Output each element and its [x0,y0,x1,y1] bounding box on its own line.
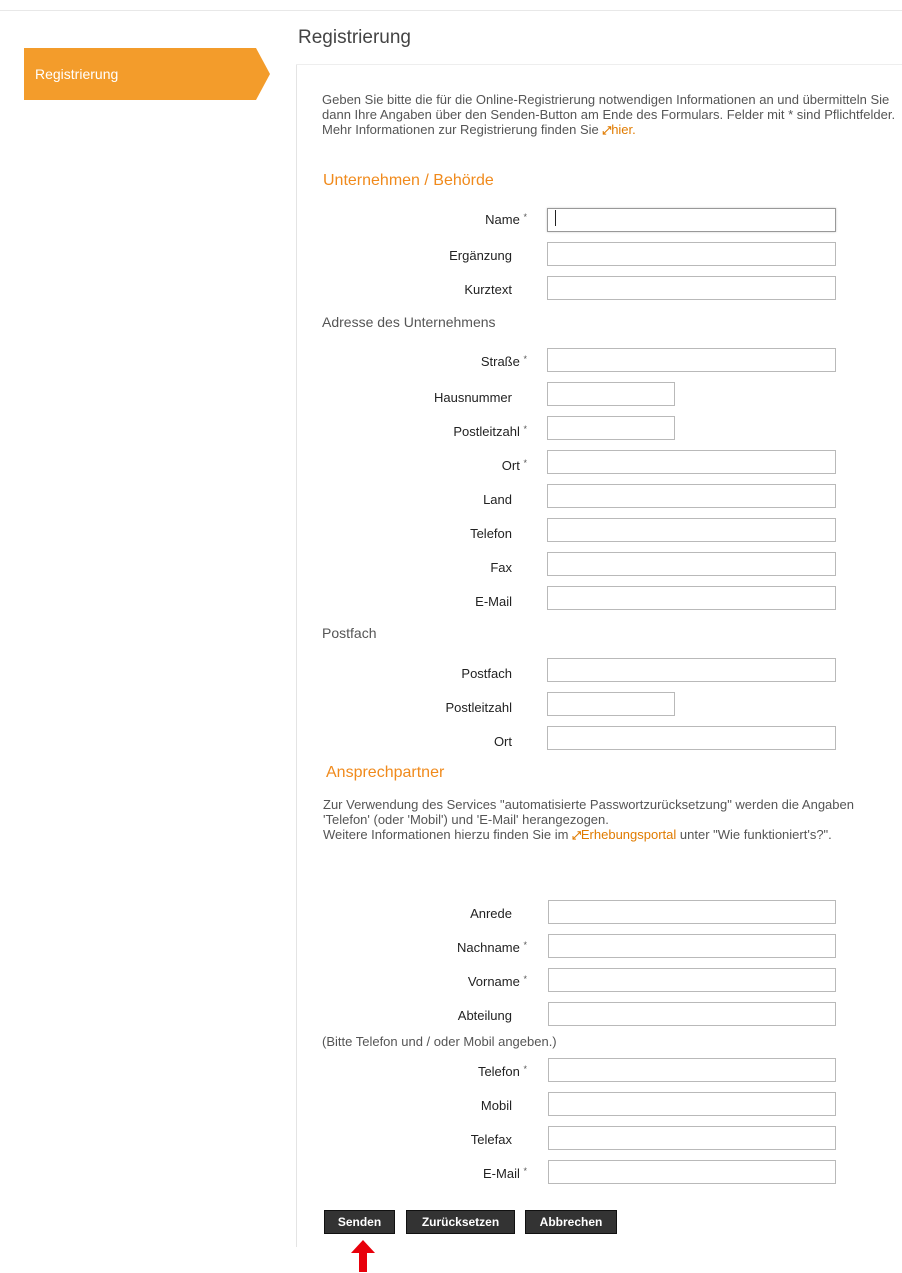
section-title-company: Unternehmen / Behörde [323,172,494,189]
address-hausnummer-input[interactable] [547,382,675,406]
phone-note: (Bitte Telefon und / oder Mobil angeben.… [322,1034,557,1049]
subhead-address: Adresse des Unternehmens [322,314,496,330]
label-land: Land [483,492,512,507]
top-divider [0,10,902,11]
label-kurztext: Kurztext [464,282,512,297]
contact-vorname-input[interactable] [548,968,836,992]
address-land-input[interactable] [547,484,836,508]
sidebar-item-label: Registrierung [35,66,119,82]
content-border [296,64,297,1247]
label-name: Name * [485,212,527,227]
contact-anrede-input[interactable] [548,900,836,924]
company-ergaenzung-input[interactable] [547,242,836,266]
required-marker: * [523,1064,526,1074]
required-marker: * [523,940,526,950]
section-title-contact: Ansprechpartner [326,764,445,781]
red-arrow-icon [351,1240,375,1272]
address-fax-input[interactable] [547,552,836,576]
label-contact-telefon: Telefon * [477,1064,527,1079]
address-strasse-input[interactable] [547,348,836,372]
contact-info-text: Zur Verwendung des Services "automatisie… [323,797,854,842]
label-telefon: Telefon [470,526,512,541]
required-marker: * [523,458,526,468]
address-telefon-input[interactable] [547,518,836,542]
label-strasse: Straße * [480,354,527,369]
label-postfach-ort: Ort [493,734,512,749]
label-hausnummer: Hausnummer [433,390,512,405]
label-email: E-Mail [475,594,512,609]
label-contact-email: E-Mail * [483,1166,527,1181]
contact-email-input[interactable] [548,1160,836,1184]
label-anrede: Anrede [470,906,512,921]
label-nachname: Nachname * [456,940,527,955]
address-plz-input[interactable] [547,416,675,440]
text-caret [555,210,556,226]
label-fax: Fax [490,560,512,575]
label-vorname: Vorname * [467,974,527,989]
label-postleitzahl: Postleitzahl * [453,424,526,439]
erhebungsportal-link[interactable]: Erhebungsportal [581,827,676,842]
postfach-input[interactable] [547,658,836,682]
intro-text: Geben Sie bitte die für die Online-Regis… [322,92,896,137]
address-email-input[interactable] [547,586,836,610]
required-marker: * [523,354,526,364]
label-ort: Ort * [501,458,527,473]
reset-button[interactable]: Zurücksetzen [406,1210,515,1234]
cancel-button[interactable]: Abbrechen [525,1210,617,1234]
page-title: Registrierung [298,27,411,48]
contact-telefax-input[interactable] [548,1126,836,1150]
content-top-border [296,64,902,65]
label-postfach-plz: Postleitzahl [445,700,512,715]
company-kurztext-input[interactable] [547,276,836,300]
subhead-postfach: Postfach [322,625,377,641]
label-mobil: Mobil [480,1098,512,1113]
label-postfach: Postfach [461,666,512,681]
postfach-plz-input[interactable] [547,692,675,716]
label-telefax: Telefax [470,1132,512,1147]
send-button[interactable]: Senden [324,1210,395,1234]
external-link-icon: ⤢ [572,830,581,842]
contact-nachname-input[interactable] [548,934,836,958]
required-marker: * [523,212,526,222]
required-marker: * [523,424,526,434]
external-link-icon: ⤢ [602,125,612,137]
address-ort-input[interactable] [547,450,836,474]
required-marker: * [523,1166,526,1176]
company-name-input[interactable] [547,208,836,232]
label-abteilung: Abteilung [457,1008,512,1023]
info-link-hier[interactable]: hier. [611,122,636,137]
label-ergaenzung: Ergänzung [449,248,512,263]
sidebar-item-registrierung[interactable]: Registrierung [24,48,270,100]
contact-abteilung-input[interactable] [548,1002,836,1026]
contact-mobil-input[interactable] [548,1092,836,1116]
required-marker: * [523,974,526,984]
postfach-ort-input[interactable] [547,726,836,750]
contact-telefon-input[interactable] [548,1058,836,1082]
